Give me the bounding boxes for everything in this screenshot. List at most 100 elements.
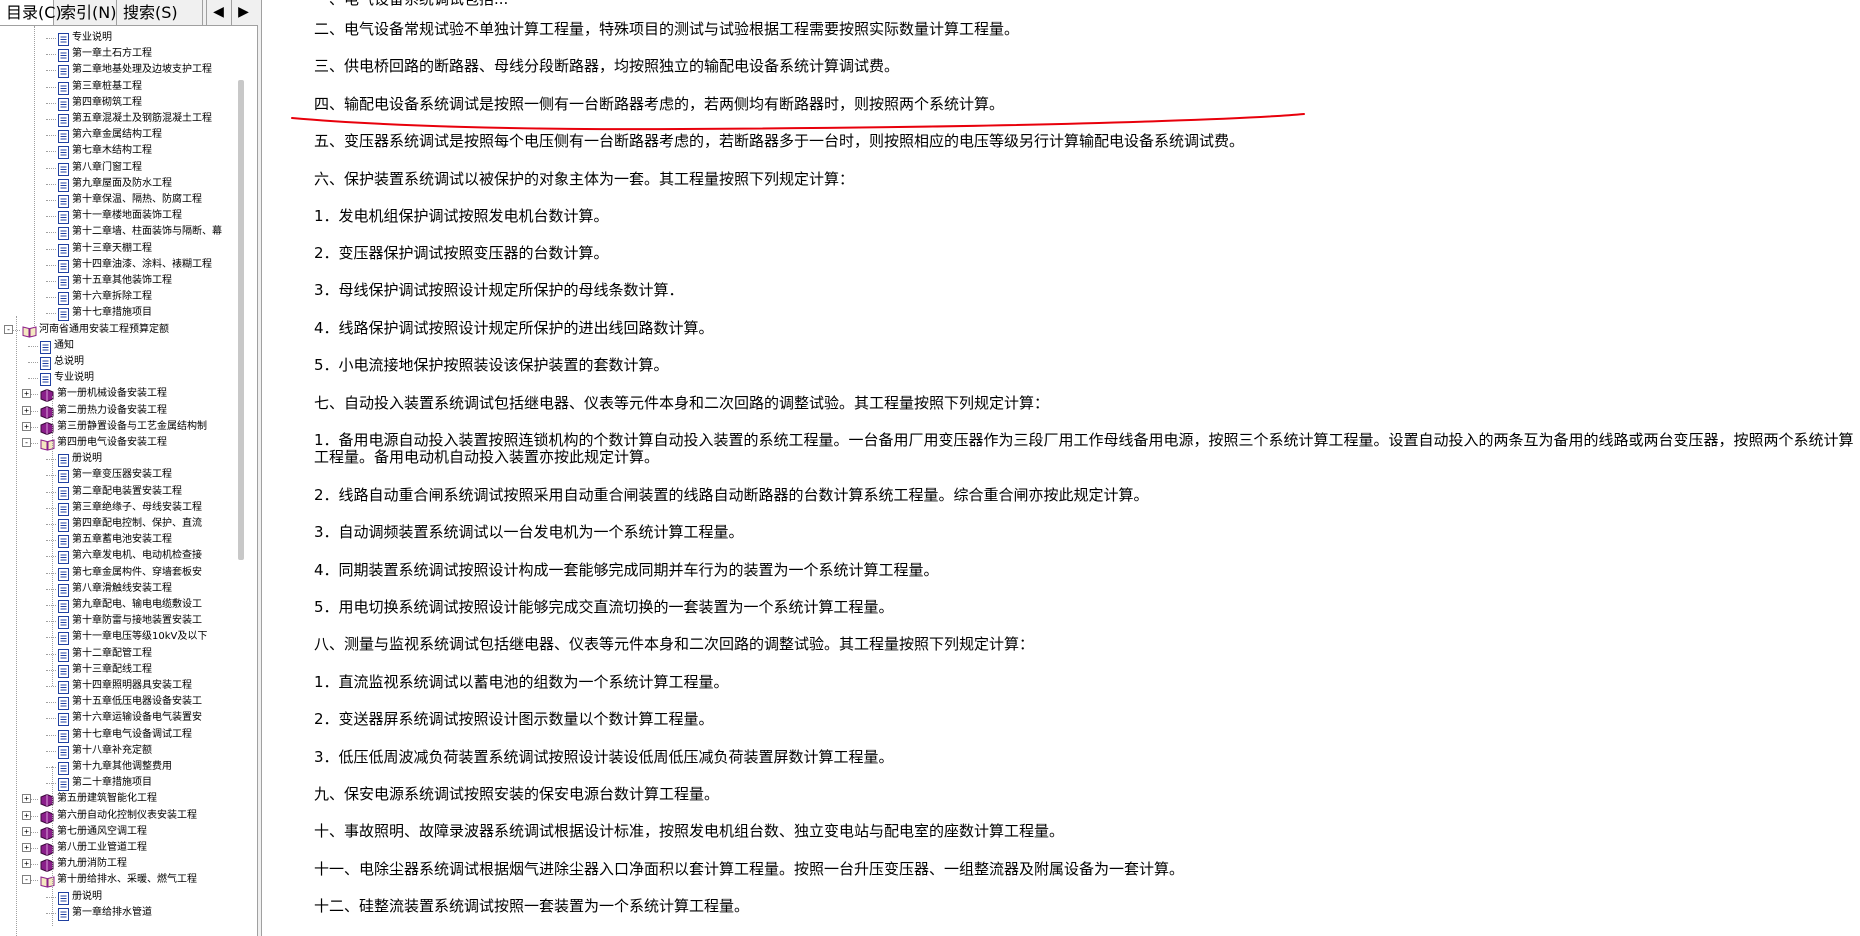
content-paragraph: 3．低压低周波减负荷装置系统调试按照设计装设低周低压减负荷装置屏数计算工程量。 — [314, 748, 894, 766]
tree-item-label: 第二章配电装置安装工程 — [72, 485, 182, 497]
tree-item-label: 第十六章拆除工程 — [72, 291, 152, 303]
tree-item-label: 第十六章运输设备电气装置安 — [72, 712, 202, 724]
content-paragraph: 4．同期装置系统调试按照设计构成一套能够完成同期并车行为的装置为一个系统计算工程… — [314, 561, 939, 579]
content-paragraph: 二、电气设备常规试验不单独计算工程量，特殊项目的测试与试验根据工程需要按照实际数… — [314, 20, 1020, 38]
tree-item-label: 专业说明 — [72, 32, 112, 43]
expand-icon[interactable]: + — [22, 810, 31, 820]
tree-item-label: 第十七章电气设备调试工程 — [72, 728, 192, 740]
tree-connector-line — [46, 718, 56, 720]
tree-item-label: 第二十章措施项目 — [72, 777, 152, 789]
tree-item-label: 第十二章配管工程 — [72, 647, 152, 659]
tree-connector-line — [28, 362, 38, 363]
tree-item-label: 第十章防雷与接地装置安装工 — [72, 615, 202, 627]
tree-item-label: 第三册静置设备与工艺金属结构制 — [57, 420, 207, 432]
tree-item-label: 第三章绝缘子、母线安装工程 — [72, 501, 202, 513]
tree-connector-line — [46, 605, 56, 606]
tree-item-label: 第七章金属构件、穿墙套板安 — [72, 566, 202, 578]
tree-connector-line — [46, 524, 56, 525]
content-paragraph: 2．变送器屏系统调试按照设计图示数量以个数计算工程量。 — [314, 710, 714, 728]
tree-connector-line — [46, 232, 56, 234]
tab-scroll-left-button[interactable]: ◀ — [206, 0, 230, 25]
tree-item-label: 第九章屋面及防水工程 — [72, 177, 172, 189]
tree-connector-line — [46, 767, 56, 768]
content-paragraph: 八、测量与监视系统调试包括继电器、仪表等元件本身和二次回路的调整试验。其工程量按… — [314, 635, 1035, 653]
expand-icon[interactable]: + — [22, 826, 31, 836]
tree-item-label: 专业说明 — [54, 372, 94, 384]
collapse-icon[interactable]: - — [22, 875, 31, 885]
tree-connector-line — [46, 540, 56, 542]
content-paragraph: 4．线路保护调试按照设计规定所保护的进出线回路数计算。 — [314, 319, 714, 337]
tree-item-label: 册说明 — [72, 453, 102, 465]
tree-item-label: 第十章保温、隔热、防腐工程 — [72, 194, 202, 205]
tree-connector-line — [46, 621, 56, 623]
tree-connector-line — [46, 167, 56, 169]
expand-icon[interactable]: + — [22, 843, 31, 852]
expand-icon[interactable]: + — [22, 421, 31, 431]
tree-item-label: 第一章给排水管道 — [72, 906, 152, 918]
tree-item-label: 第一册机械设备安装工程 — [57, 388, 167, 400]
tree-connector-line — [46, 588, 56, 590]
content-paragraph: 1．发电机组保护调试按照发电机台数计算。 — [314, 207, 609, 225]
tree-connector-line — [46, 38, 56, 39]
tree-connector-line — [46, 70, 56, 72]
tree-connector-line — [46, 702, 56, 704]
page-icon — [58, 906, 69, 925]
content-paragraph: 五、变压器系统调试是按照每个电压侧有一台断路器考虑的，若断路器多于一台时，则按照… — [314, 132, 1245, 150]
content-paragraph: 3．母线保护调试按照设计规定所保护的母线条数计算． — [314, 281, 684, 299]
collapse-icon[interactable]: - — [4, 324, 13, 334]
tree-connector-line — [46, 653, 56, 655]
tree-item-label: 第六册自动化控制仪表安装工程 — [57, 809, 197, 821]
tree-item-label: 第十四章油漆、涂料、裱糊工程 — [72, 258, 212, 270]
expand-icon[interactable]: + — [22, 859, 31, 869]
content-paragraph-underlined: 四、输配电设备系统调试是按照一侧有一台断路器考虑的，若两侧均有断路器时，则按照两… — [314, 95, 1005, 113]
content-paragraph: 七、自动投入装置系统调试包括继电器、仪表等元件本身和二次回路的调整试验。其工程量… — [314, 394, 1050, 412]
content-paragraph: 1．备用电源自动投入装置按照连锁机构的个数计算自动投入装置的系统工程量。一台备用… — [314, 431, 1854, 466]
tree-item-label: 第七册通风空调工程 — [57, 825, 147, 837]
tab-search[interactable]: 搜索(S) — [117, 0, 203, 25]
tree-connector-line — [46, 216, 56, 218]
expand-icon[interactable]: + — [22, 794, 31, 804]
tree-connector-line — [46, 264, 56, 266]
tree-scrollbar-thumb[interactable] — [238, 80, 244, 560]
tree-item-label: 第二章地基处理及边坡支护工程 — [72, 64, 212, 76]
tree-connector-line — [46, 151, 56, 153]
tree-item-label: 第十三章配线工程 — [72, 663, 152, 675]
tree-item-label: 第十一章电压等级10kV及以下 — [72, 631, 208, 643]
tree-item-label: 第一章变压器安装工程 — [72, 469, 172, 481]
tree-item-label: 第十五章其他装饰工程 — [72, 275, 172, 286]
tree-connector-line — [46, 686, 56, 687]
tree-connector-line — [46, 281, 56, 282]
tree-item-label: 第五册建筑智能化工程 — [57, 793, 157, 805]
tree-item-label: 第八册工业管道工程 — [57, 842, 147, 853]
tree-connector-line — [46, 507, 56, 509]
tree-connector-line — [28, 378, 38, 380]
tree-connector-line — [46, 475, 56, 477]
tab-index[interactable]: 索引(N) — [54, 0, 117, 25]
tree-item-label: 第十三章天棚工程 — [72, 242, 152, 254]
tree-item-label: 第五章蓄电池安装工程 — [72, 534, 172, 546]
tab-scroll-right-button[interactable]: ▶ — [231, 0, 255, 25]
tree-item-label: 第十一章楼地面装饰工程 — [72, 210, 182, 222]
tree-connector-line — [46, 248, 56, 250]
expand-icon[interactable]: + — [22, 389, 31, 399]
tree-item-label: 第十二章墙、柱面装饰与隔断、幕 — [72, 226, 222, 238]
tree-connector-line — [46, 119, 56, 120]
tab-contents[interactable]: 目录(C) — [0, 0, 62, 25]
navigation-pane: 目录(C) 索引(N) 搜索(S) ◀ ▶ 专业说明 第一章土石方工程 第二章地基处… — [0, 0, 258, 936]
content-paragraph: 2．变压器保护调试按照变压器的台数计算。 — [314, 244, 609, 262]
tree-item-label: 册说明 — [72, 890, 102, 902]
tree-item-label: 第十四章照明器具安装工程 — [72, 680, 192, 691]
tree-item-label: 第六章发电机、电动机检查接 — [72, 550, 202, 562]
tree-connector-line — [46, 912, 56, 914]
collapse-icon[interactable]: - — [22, 438, 31, 447]
nav-tab-bar: 目录(C) 索引(N) 搜索(S) ◀ ▶ — [0, 0, 258, 26]
content-paragraph: 5．小电流接地保护按照装设该保护装置的套数计算。 — [314, 356, 669, 374]
tree-connector-line — [46, 896, 56, 898]
tree-connector-line — [46, 491, 56, 493]
content-paragraph: 5．用电切换系统调试按照设计能够完成交直流切换的一套装置为一个系统计算工程量。 — [314, 598, 894, 616]
tree-item-label: 第十七章措施项目 — [72, 307, 152, 319]
tree-connector-line — [46, 313, 56, 315]
tree-connector-line — [46, 54, 56, 56]
tree-item-label: 第五章混凝土及钢筋混凝土工程 — [72, 113, 212, 124]
expand-icon[interactable]: + — [22, 405, 31, 415]
